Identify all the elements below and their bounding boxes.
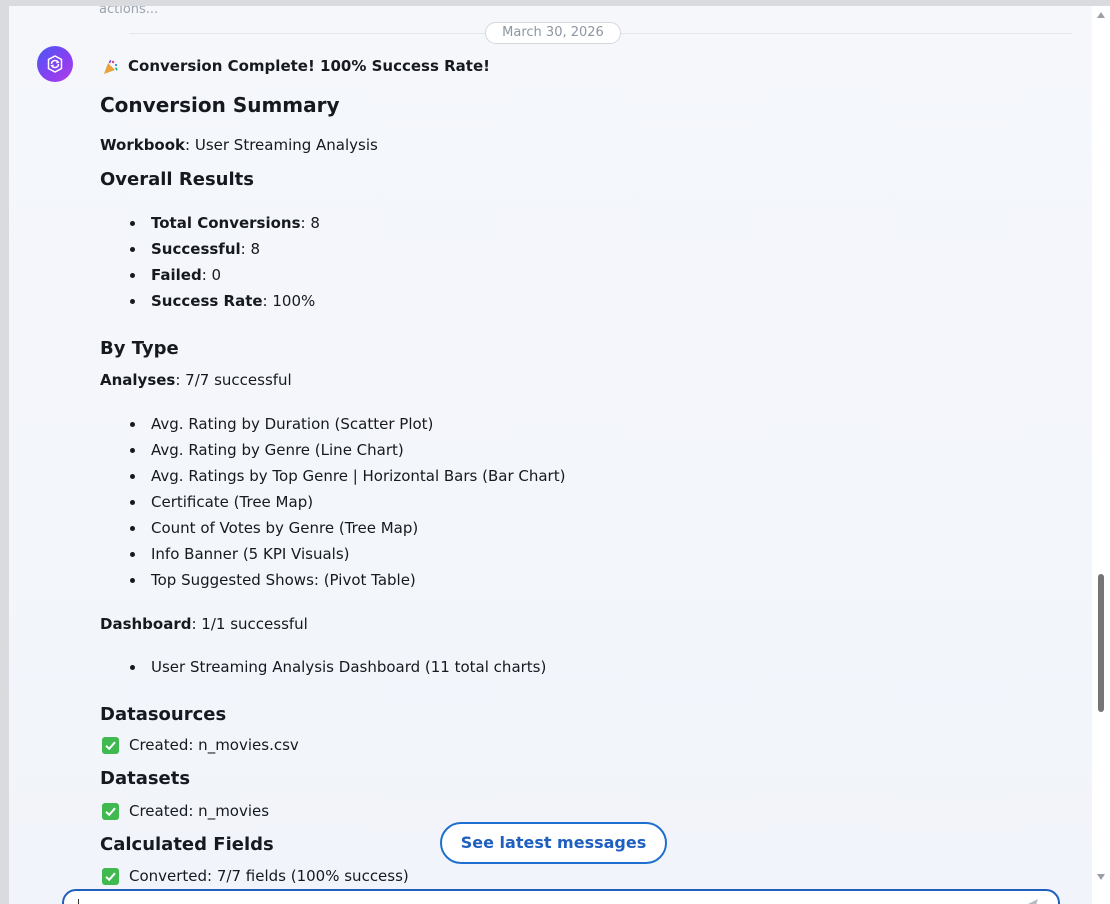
list-item-value: : 8 — [240, 240, 261, 258]
list-item-label: Success Rate — [151, 292, 263, 310]
list-item: Failed: 0 — [151, 266, 221, 284]
bullet — [130, 578, 135, 583]
scrollbar-thumb[interactable] — [1098, 573, 1104, 712]
message-headline: Conversion Complete! 100% Success Rate! — [128, 57, 490, 75]
date-separator: March 30, 2026 — [485, 22, 621, 44]
sync-icon — [47, 55, 63, 73]
workbook-value: : User Streaming Analysis — [185, 136, 378, 154]
datasets-line: Created: n_movies — [129, 802, 270, 820]
party-popper-icon — [102, 59, 119, 80]
bullet — [130, 552, 135, 557]
list-item-label: Failed — [151, 266, 202, 284]
previous-message-fragment: actions... — [99, 6, 159, 17]
summary-title: Conversion Summary — [100, 93, 340, 117]
list-item: Total Conversions: 8 — [151, 214, 320, 232]
assistant-avatar — [37, 46, 73, 82]
bullet — [130, 299, 135, 304]
dashboard-value: : 1/1 successful — [191, 615, 308, 633]
analysis-item: Top Suggested Shows: (Pivot Table) — [151, 571, 416, 589]
workbook-line: Workbook: User Streaming Analysis — [100, 136, 378, 154]
message-input[interactable] — [62, 889, 1060, 904]
bullet — [130, 665, 135, 670]
check-icon — [102, 868, 119, 885]
analysis-item: Info Banner (5 KPI Visuals) — [151, 545, 350, 563]
calculated-fields-line: Converted: 7/7 fields (100% success) — [129, 867, 409, 885]
datasources-line: Created: n_movies.csv — [129, 736, 299, 754]
scroll-up-arrow-icon[interactable] — [1097, 12, 1105, 18]
dashboard-label: Dashboard — [100, 615, 192, 633]
see-latest-messages-button[interactable]: See latest messages — [440, 822, 667, 864]
analysis-item: Avg. Rating by Duration (Scatter Plot) — [151, 415, 434, 433]
dashboard-item: User Streaming Analysis Dashboard (11 to… — [151, 658, 547, 676]
list-item: Successful: 8 — [151, 240, 260, 258]
analysis-item: Certificate (Tree Map) — [151, 493, 314, 511]
by-type-title: By Type — [100, 338, 179, 359]
send-icon[interactable] — [1024, 897, 1040, 904]
analyses-value: : 7/7 successful — [175, 371, 292, 389]
chat-panel[interactable]: actions... March 30, 2026 Conversion Com… — [9, 6, 1092, 904]
list-item-value: : 0 — [201, 266, 222, 284]
datasources-title: Datasources — [100, 704, 227, 725]
analysis-item: Avg. Ratings by Top Genre | Horizontal B… — [151, 467, 566, 485]
bullet — [130, 474, 135, 479]
scroll-down-arrow-icon[interactable] — [1097, 874, 1105, 880]
bullet — [130, 448, 135, 453]
list-item-value: : 8 — [300, 214, 320, 232]
bullet — [130, 221, 135, 226]
analyses-line: Analyses: 7/7 successful — [100, 371, 292, 389]
analyses-label: Analyses — [100, 371, 176, 389]
list-item-label: Total Conversions — [151, 214, 301, 232]
calculated-fields-title: Calculated Fields — [100, 834, 274, 855]
bullet — [130, 526, 135, 531]
analysis-item: Count of Votes by Genre (Tree Map) — [151, 519, 419, 537]
dashboard-line: Dashboard: 1/1 successful — [100, 615, 308, 633]
workbook-label: Workbook — [100, 136, 186, 154]
list-item: Success Rate: 100% — [151, 292, 315, 310]
bullet — [130, 273, 135, 278]
analysis-item: Avg. Rating by Genre (Line Chart) — [151, 441, 404, 459]
bullet — [130, 422, 135, 427]
bullet — [130, 500, 135, 505]
datasets-title: Datasets — [100, 768, 191, 789]
list-item-value: : 100% — [262, 292, 316, 310]
vertical-scrollbar[interactable] — [1092, 6, 1110, 904]
bullet — [130, 247, 135, 252]
check-icon — [102, 803, 119, 820]
text-caret — [78, 899, 79, 904]
overall-results-title: Overall Results — [100, 169, 254, 190]
list-item-label: Successful — [151, 240, 241, 258]
check-icon — [102, 737, 119, 754]
